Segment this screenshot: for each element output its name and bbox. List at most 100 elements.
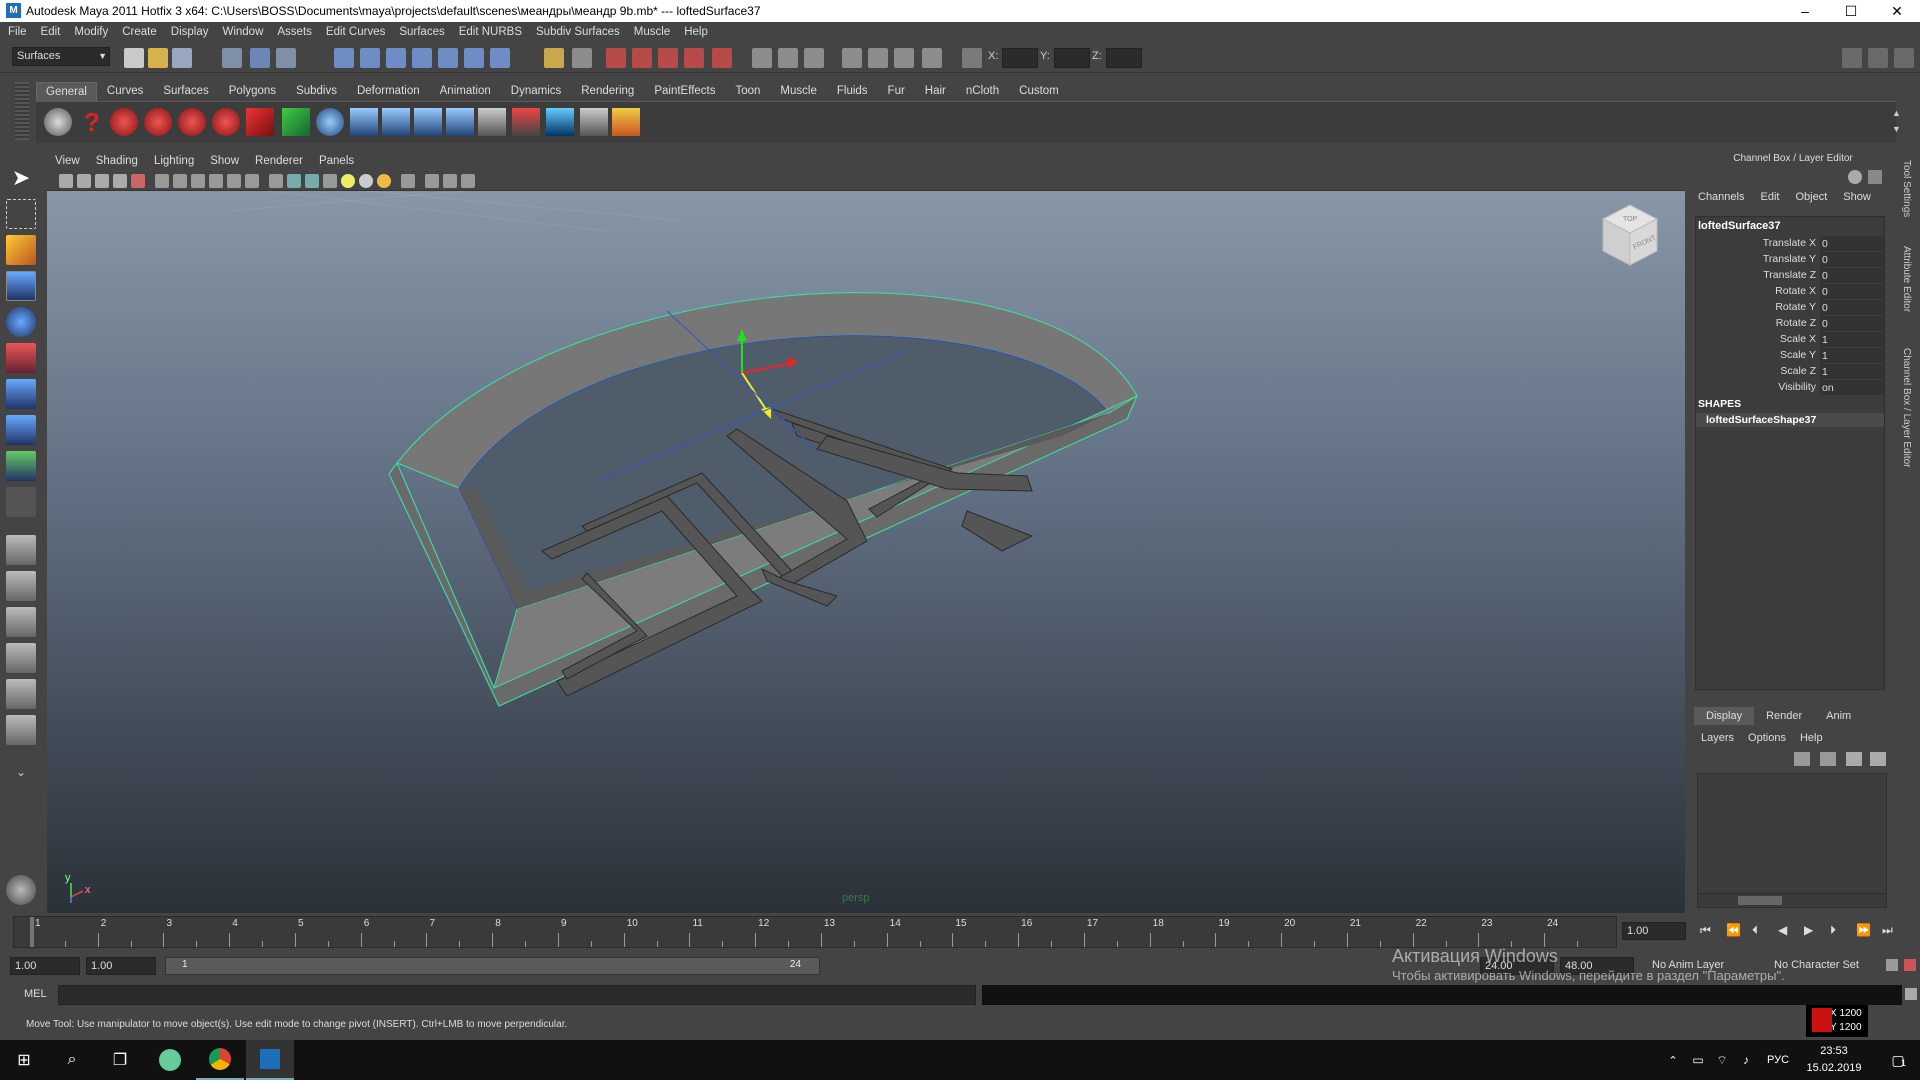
shelf-tab-ncloth[interactable]: nCloth — [956, 81, 1009, 102]
channel-row[interactable]: Scale Z1 — [1696, 363, 1884, 379]
maximize-button[interactable]: ☐ — [1828, 0, 1874, 22]
select-component-icon[interactable] — [276, 48, 296, 68]
universal-manipulator-icon[interactable] — [6, 379, 36, 409]
go-to-start-icon[interactable]: ⏮ — [1700, 923, 1711, 938]
render-settings-icon[interactable] — [842, 48, 862, 68]
key-icon[interactable] — [1886, 959, 1898, 971]
step-forward-frame-icon[interactable]: ⏩ — [1856, 923, 1871, 937]
snap-view-plane-icon[interactable] — [412, 48, 432, 68]
command-input[interactable] — [58, 985, 976, 1005]
field-chart-icon[interactable] — [227, 174, 241, 188]
layout-outliner-icon[interactable] — [6, 607, 36, 637]
hypershade-icon[interactable] — [868, 48, 888, 68]
tray-chevron-icon[interactable]: ⌃ — [1664, 1040, 1682, 1080]
step-back-key-icon[interactable]: ⏴ — [1752, 923, 1758, 938]
paint-select-tool-icon[interactable] — [6, 235, 36, 265]
shelf-tab-general[interactable]: General — [36, 81, 97, 102]
shadows-icon[interactable] — [377, 174, 391, 188]
grid-toggle-icon[interactable] — [155, 174, 169, 188]
z-field[interactable] — [1106, 48, 1142, 68]
layout-attribute-icon[interactable] — [1868, 48, 1888, 68]
move-tool-icon[interactable] — [6, 271, 36, 301]
cb-menu-edit[interactable]: Edit — [1752, 188, 1787, 206]
scale-tool-icon[interactable] — [6, 343, 36, 373]
graph-editor-icon[interactable] — [478, 108, 506, 136]
select-highlight-icon[interactable] — [572, 48, 592, 68]
snap-live-icon[interactable] — [438, 48, 458, 68]
go-to-end-icon[interactable]: ⏭ — [1882, 923, 1893, 938]
layout-four-pane-icon[interactable] — [6, 571, 36, 601]
volume-icon[interactable]: ♪ — [1736, 1040, 1756, 1080]
new-layer-selected-icon[interactable] — [1820, 752, 1836, 766]
dope-sheet-icon[interactable] — [512, 108, 540, 136]
current-time-indicator[interactable] — [30, 917, 34, 947]
menu-subdiv-surfaces[interactable]: Subdiv Surfaces — [529, 22, 627, 43]
layout-single-icon[interactable] — [1842, 48, 1862, 68]
shelf-tab-animation[interactable]: Animation — [430, 81, 501, 102]
layer-list-scrollbar[interactable] — [1698, 893, 1886, 907]
menuset-dropdown[interactable]: Surfaces ▼ — [12, 47, 110, 66]
show-manipulator-icon[interactable] — [6, 451, 36, 481]
open-scene-icon[interactable] — [148, 48, 168, 68]
viewport-menu-lighting[interactable]: Lighting — [146, 152, 202, 171]
menu-edit-curves[interactable]: Edit Curves — [319, 22, 392, 43]
sphere-icon[interactable] — [316, 108, 344, 136]
transform-input-icon[interactable] — [962, 48, 982, 68]
y-field[interactable] — [1054, 48, 1090, 68]
close-button[interactable]: ✕ — [1874, 0, 1920, 22]
step-back-frame-icon[interactable]: ⏪ — [1726, 923, 1741, 937]
wireframe-on-shaded-icon[interactable] — [305, 174, 319, 188]
default-lighting-icon[interactable] — [341, 174, 355, 188]
wireframe-icon[interactable] — [269, 174, 283, 188]
2d-pan-zoom-icon[interactable] — [131, 174, 145, 188]
character-set-dropdown[interactable]: No Character Set — [1770, 957, 1882, 975]
shelf-tab-custom[interactable]: Custom — [1009, 81, 1069, 102]
layer-tab-anim[interactable]: Anim — [1814, 707, 1863, 725]
detach-skin-icon[interactable] — [446, 108, 474, 136]
task-view-icon[interactable]: ❐ — [96, 1040, 144, 1080]
menu-assets[interactable]: Assets — [270, 22, 319, 43]
menu-window[interactable]: Window — [215, 22, 270, 43]
layout-single-pane-icon[interactable] — [6, 535, 36, 565]
last-tool-icon[interactable] — [6, 487, 36, 517]
layer-menu-help[interactable]: Help — [1793, 729, 1830, 747]
clock[interactable]: 23:53 15.02.2019 — [1784, 1043, 1884, 1077]
viewport-menu-view[interactable]: View — [47, 152, 88, 171]
tab-attribute-editor[interactable]: Attribute Editor — [1901, 246, 1912, 312]
tab-tool-settings[interactable]: Tool Settings — [1901, 160, 1912, 217]
snap-point-icon[interactable] — [386, 48, 406, 68]
x-ray-icon[interactable] — [425, 174, 439, 188]
maya-taskbar-icon[interactable] — [246, 1040, 294, 1080]
textured-icon[interactable] — [323, 174, 337, 188]
paint-effects-tool-icon[interactable] — [282, 108, 310, 136]
snap-grid-icon[interactable] — [334, 48, 354, 68]
paint-weights-icon[interactable] — [144, 108, 172, 136]
cb-menu-object[interactable]: Object — [1787, 188, 1835, 206]
channel-row[interactable]: Translate Z0 — [1696, 267, 1884, 283]
current-frame-field[interactable]: 1.00 — [1622, 922, 1686, 940]
cb-menu-channels[interactable]: Channels — [1690, 188, 1752, 206]
history-icon[interactable] — [464, 48, 484, 68]
shelf-scroll-down-icon[interactable]: ▼ — [1892, 124, 1904, 136]
isolate-select-icon[interactable] — [401, 174, 415, 188]
battery-icon[interactable]: ▭ — [1688, 1040, 1708, 1080]
layer-list[interactable] — [1697, 773, 1887, 908]
channel-row[interactable]: Rotate Z0 — [1696, 315, 1884, 331]
channel-box-mode-icon[interactable] — [1848, 170, 1862, 184]
menu-muscle[interactable]: Muscle — [627, 22, 677, 43]
paint-fx-icon[interactable] — [246, 108, 274, 136]
range-slider[interactable]: 1 24 — [165, 957, 820, 975]
menu-surfaces[interactable]: Surfaces — [392, 22, 451, 43]
layout-channel-box-icon[interactable] — [1894, 48, 1914, 68]
shelf-tab-muscle[interactable]: Muscle — [770, 81, 826, 102]
render-view-icon[interactable] — [894, 48, 914, 68]
channel-row[interactable]: Translate X0 — [1696, 235, 1884, 251]
mel-label[interactable]: MEL — [24, 988, 47, 1000]
channel-row[interactable]: Visibility on — [1696, 379, 1884, 395]
viewport-menu-panels[interactable]: Panels — [311, 152, 362, 171]
new-scene-icon[interactable] — [124, 48, 144, 68]
sculpt-icon[interactable] — [178, 108, 206, 136]
gate-mask-icon[interactable] — [209, 174, 223, 188]
image-plane-icon[interactable] — [113, 174, 127, 188]
help-question-icon[interactable] — [490, 48, 510, 68]
